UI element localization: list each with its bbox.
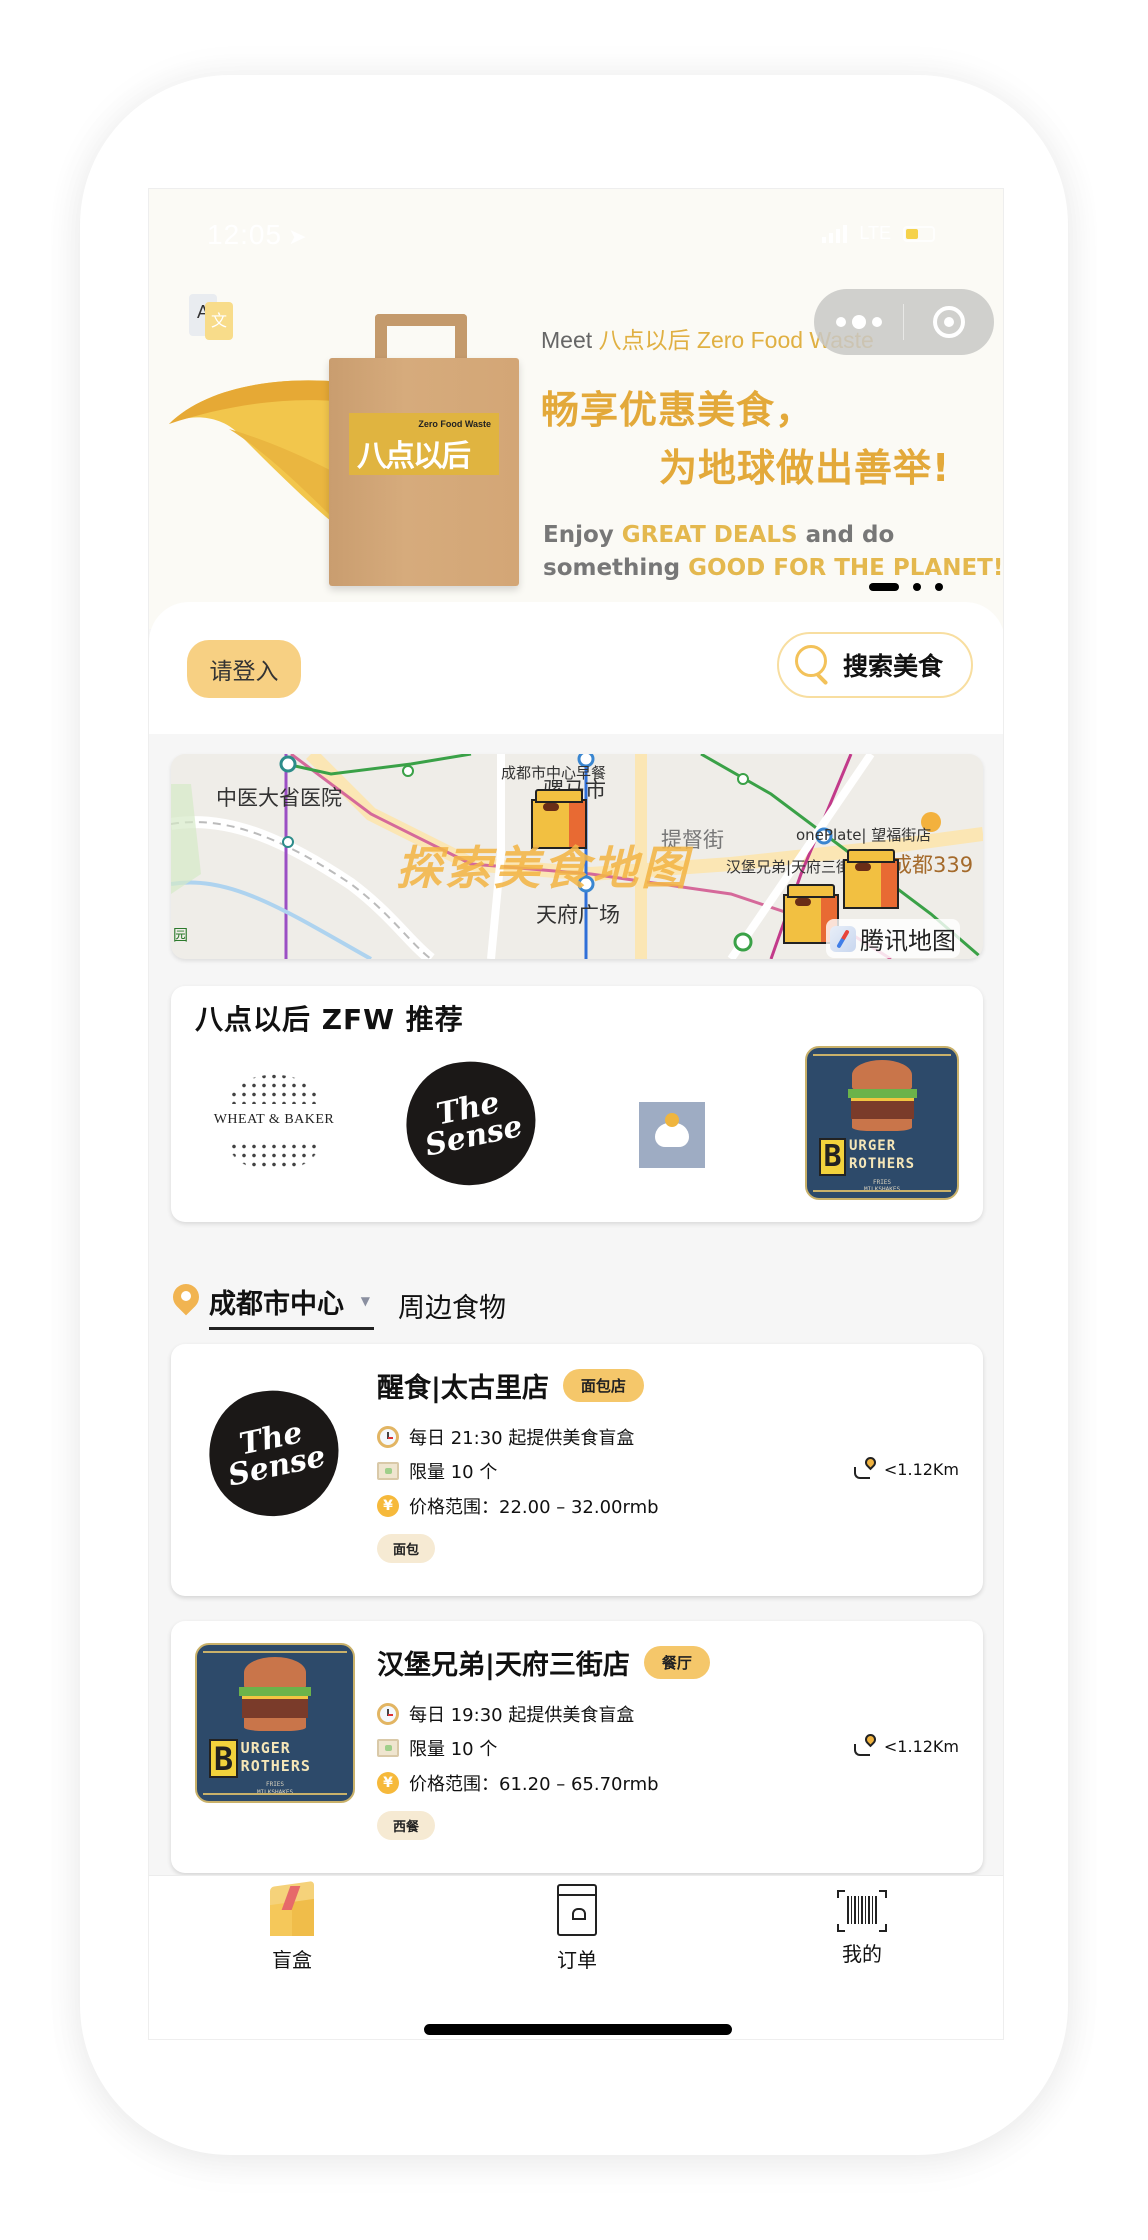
store-distance: <1.12Km bbox=[853, 1454, 959, 1481]
recommend-store-wheat-baker[interactable]: WHEAT & BAKER bbox=[199, 1046, 349, 1196]
store-name: 醒食|太古里店 bbox=[377, 1373, 549, 1404]
search-icon bbox=[795, 645, 831, 686]
store-card[interactable]: B URGER ROTHERS FRIES MILKSHAKES 汉堡兄弟|天府… bbox=[171, 1621, 983, 1873]
pagination-dot-active[interactable] bbox=[869, 583, 899, 591]
miniprogram-capsule bbox=[814, 289, 994, 355]
store-logo: B URGER ROTHERS FRIES MILKSHAKES bbox=[195, 1643, 355, 1803]
food-map-preview[interactable]: 中医大省医院 成都市中心早餐 骡马市 提督街 onePlate| 望福街店 成都… bbox=[171, 754, 983, 959]
recommend-store-ohayo[interactable] bbox=[639, 1102, 705, 1168]
pagination-dot[interactable] bbox=[935, 583, 943, 591]
battery-icon bbox=[903, 225, 935, 242]
close-miniprogram-button[interactable] bbox=[904, 306, 993, 338]
nearby-food-label: 周边食物 bbox=[398, 1293, 506, 1324]
paper-bag-illustration: Zero Food Waste 八点以后 bbox=[329, 314, 519, 586]
tab-profile[interactable]: 我的 bbox=[802, 1884, 922, 1967]
status-bar: 12:05 ➤ LTE bbox=[149, 189, 1003, 269]
store-logo: The Sense bbox=[197, 1377, 351, 1529]
status-time: 12:05 ➤ bbox=[207, 219, 308, 250]
food-box-icon bbox=[377, 1739, 399, 1757]
signal-icon bbox=[822, 224, 848, 243]
tab-orders[interactable]: 订单 bbox=[517, 1884, 637, 1973]
banner-slogan-line2: 为地球做出善举! bbox=[659, 446, 951, 490]
map-store-marker[interactable] bbox=[843, 849, 899, 909]
top-action-bar: 请登入 搜索美食 bbox=[149, 602, 1003, 734]
bun-icon bbox=[655, 1113, 689, 1147]
food-category-tag: 面包 bbox=[377, 1534, 436, 1563]
yuan-coin-icon: ¥ bbox=[377, 1772, 399, 1794]
blind-box-icon bbox=[264, 1880, 320, 1938]
pickup-time: 每日 21:30 起提供美食盲盒 bbox=[377, 1424, 634, 1450]
promo-banner[interactable]: 12:05 ➤ LTE A 文 Zero Food Waste 八点以后 Mee… bbox=[149, 189, 1004, 629]
recommend-store-burger-brothers[interactable]: B URGER ROTHERS FRIES MILKSHAKES bbox=[805, 1046, 959, 1200]
pickup-time: 每日 19:30 起提供美食盲盒 bbox=[377, 1701, 634, 1727]
translate-icon[interactable]: A 文 bbox=[189, 294, 245, 344]
order-bag-icon bbox=[557, 1884, 597, 1936]
food-category-tag: 西餐 bbox=[377, 1811, 436, 1840]
chevron-down-icon: ▼ bbox=[360, 1294, 370, 1308]
banner-english-slogan: Enjoy GREAT DEALS and do something GOOD … bbox=[543, 522, 1004, 581]
quantity-limit: 限量 10 个 bbox=[377, 1458, 497, 1484]
bag-logo: Zero Food Waste 八点以后 bbox=[349, 413, 499, 475]
app-screen: 12:05 ➤ LTE A 文 Zero Food Waste 八点以后 Mee… bbox=[148, 188, 1004, 2040]
location-bar: 成都市中心 ▼ 周边食物 bbox=[167, 1274, 983, 1334]
price-range: ¥ 价格范围：61.20 – 65.70rmb bbox=[377, 1770, 659, 1796]
login-button[interactable]: 请登入 bbox=[187, 640, 301, 698]
store-distance: <1.12Km bbox=[853, 1731, 959, 1758]
store-card[interactable]: The Sense 醒食|太古里店 面包店 每日 21:30 起提供美食盲盒 限量… bbox=[171, 1344, 983, 1596]
map-title: 探索美食地图 bbox=[396, 841, 690, 895]
yuan-coin-icon: ¥ bbox=[377, 1495, 399, 1517]
pagination-dot[interactable] bbox=[913, 583, 921, 591]
store-type-badge: 餐厅 bbox=[643, 1646, 710, 1679]
home-indicator[interactable] bbox=[424, 2024, 732, 2035]
recommend-title: 八点以后 ZFW 推荐 bbox=[195, 1003, 464, 1036]
barcode-icon bbox=[837, 1890, 887, 1932]
compass-icon bbox=[830, 925, 856, 952]
tab-blind-box[interactable]: 盲盒 bbox=[232, 1880, 352, 1973]
bottom-tab-bar: 盲盒 订单 我的 bbox=[149, 1875, 1003, 2039]
status-indicators: LTE bbox=[822, 223, 935, 244]
price-range: ¥ 价格范围：22.00 – 32.00rmb bbox=[377, 1493, 659, 1519]
route-icon bbox=[853, 1731, 879, 1758]
banner-slogan-line1: 畅享优惠美食， bbox=[541, 388, 815, 432]
store-type-badge: 面包店 bbox=[562, 1369, 644, 1402]
search-label: 搜索美食 bbox=[843, 652, 944, 681]
clock-icon bbox=[377, 1703, 399, 1725]
city-selector[interactable]: 成都市中心 ▼ bbox=[209, 1282, 374, 1330]
quantity-limit: 限量 10 个 bbox=[377, 1735, 497, 1761]
route-icon bbox=[853, 1454, 879, 1481]
search-food-button[interactable]: 搜索美食 bbox=[777, 632, 973, 698]
recommend-section: 八点以后 ZFW 推荐 WHEAT & BAKER The Sense B URG… bbox=[171, 986, 983, 1222]
recommend-store-the-sense[interactable]: The Sense bbox=[394, 1048, 548, 1198]
store-name: 汉堡兄弟|天府三街店 bbox=[377, 1650, 630, 1681]
food-box-icon bbox=[377, 1462, 399, 1480]
banner-pagination[interactable] bbox=[869, 583, 943, 591]
network-type: LTE bbox=[859, 223, 891, 243]
more-options-button[interactable] bbox=[814, 315, 903, 329]
location-arrow-icon: ➤ bbox=[288, 224, 308, 249]
tencent-map-logo: 腾讯地图 bbox=[826, 919, 960, 958]
location-pin-icon bbox=[167, 1278, 205, 1318]
clock-icon bbox=[377, 1426, 399, 1448]
